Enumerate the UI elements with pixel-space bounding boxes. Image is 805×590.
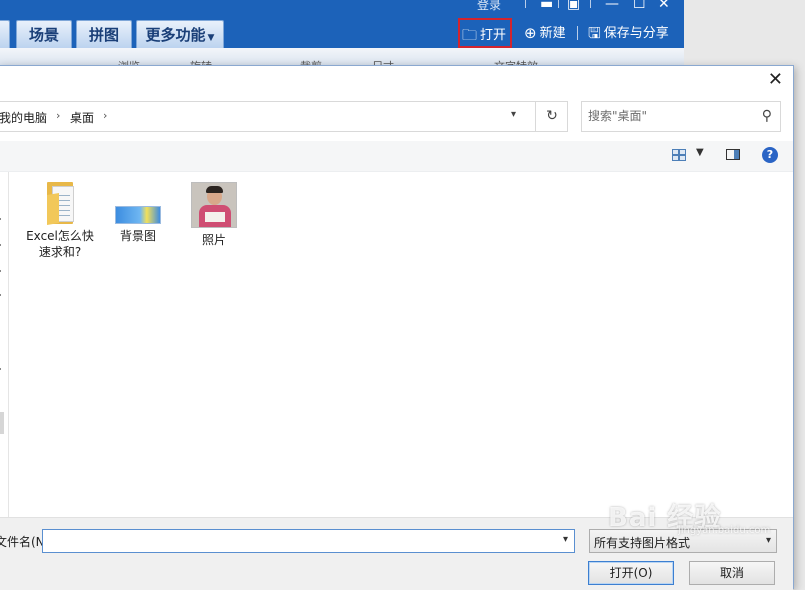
watermark: Bai 经验 jingyan.baidu.com — [608, 497, 778, 541]
nav-expand-icon[interactable] — [0, 270, 1, 272]
save-icon: 🖫 — [588, 24, 601, 42]
tab-more-functions[interactable]: 更多功能 ▼ — [136, 20, 224, 48]
refresh-icon[interactable]: ↻ — [535, 102, 568, 131]
feedback-icon[interactable]: ▬ — [540, 0, 553, 12]
folder-icon — [43, 182, 77, 226]
chevron-down-icon[interactable]: ▼ — [696, 147, 704, 158]
divider — [558, 0, 559, 8]
nav-selected-item[interactable] — [0, 412, 4, 434]
photo-thumbnail-icon — [191, 182, 237, 228]
search-box[interactable]: ⚲ — [581, 101, 781, 132]
chevron-down-icon[interactable]: ▾ — [511, 109, 516, 120]
divider — [590, 0, 591, 8]
new-button[interactable]: ⊕ 新建 — [524, 18, 566, 48]
nav-expand-icon[interactable] — [0, 294, 1, 296]
breadcrumb-desktop[interactable]: 桌面 — [70, 109, 94, 126]
chevron-right-icon[interactable]: › — [103, 109, 107, 122]
tab-label: 拼图 — [88, 26, 119, 44]
file-name: 照片 — [201, 233, 226, 247]
file-name: Excel怎么快速求和? — [26, 229, 94, 259]
divider — [577, 26, 578, 40]
file-item-background-image[interactable]: 背景图 — [103, 182, 173, 244]
open-label: 打开 — [480, 28, 507, 43]
skin-icon[interactable]: ▣ — [567, 0, 580, 12]
address-bar[interactable]: 我的电脑 › 桌面 › ▾ ↻ — [0, 101, 568, 132]
search-icon[interactable]: ⚲ — [762, 108, 772, 124]
file-name: 背景图 — [119, 229, 156, 243]
navigation-pane[interactable] — [0, 172, 9, 517]
chevron-right-icon[interactable]: › — [56, 109, 60, 122]
file-item-excel-folder[interactable]: Excel怎么快速求和? — [25, 182, 95, 260]
image-thumbnail-icon — [115, 206, 161, 224]
folder-open-icon: 🗀 — [462, 26, 478, 44]
open-file-button[interactable]: 打开(O) — [588, 561, 674, 585]
breadcrumb-my-computer[interactable]: 我的电脑 — [0, 109, 47, 126]
watermark-sub: jingyan.baidu.com — [678, 525, 771, 536]
dialog-close-icon[interactable]: ✕ — [768, 70, 783, 90]
divider — [525, 0, 526, 8]
tab-partial[interactable] — [0, 20, 10, 48]
tab-scene[interactable]: 场景 — [16, 20, 72, 48]
file-item-photo[interactable]: 照片 — [179, 182, 249, 248]
login-link[interactable]: 登录 — [477, 0, 501, 13]
plus-circle-icon: ⊕ — [524, 24, 537, 42]
save-share-button[interactable]: 🖫 保存与分享 — [588, 18, 669, 48]
cancel-button[interactable]: 取消 — [689, 561, 775, 585]
filename-field[interactable]: ▾ — [42, 529, 575, 553]
tab-label: 场景 — [28, 26, 59, 44]
chevron-down-icon[interactable]: ▾ — [563, 534, 568, 545]
tab-collage[interactable]: 拼图 — [76, 20, 132, 48]
close-icon[interactable]: ✕ — [658, 0, 670, 12]
nav-expand-icon[interactable] — [0, 218, 1, 220]
nav-expand-icon[interactable] — [0, 244, 1, 246]
search-input[interactable] — [588, 107, 748, 125]
filename-input[interactable] — [47, 533, 547, 549]
preview-pane-icon[interactable] — [726, 149, 740, 160]
minimize-icon[interactable]: — — [605, 0, 619, 12]
nav-expand-icon[interactable] — [0, 368, 1, 370]
caret-down-icon: ▼ — [207, 33, 215, 43]
view-options-icon[interactable] — [672, 149, 686, 161]
command-bar: ▼ ? — [0, 141, 793, 172]
help-icon[interactable]: ? — [762, 147, 778, 163]
maximize-icon[interactable]: ☐ — [633, 0, 646, 12]
tab-label: 更多功能 — [145, 26, 206, 44]
open-button[interactable]: 🗀 打开 — [458, 18, 512, 48]
new-label: 新建 — [539, 26, 566, 41]
save-share-label: 保存与分享 — [603, 26, 669, 41]
